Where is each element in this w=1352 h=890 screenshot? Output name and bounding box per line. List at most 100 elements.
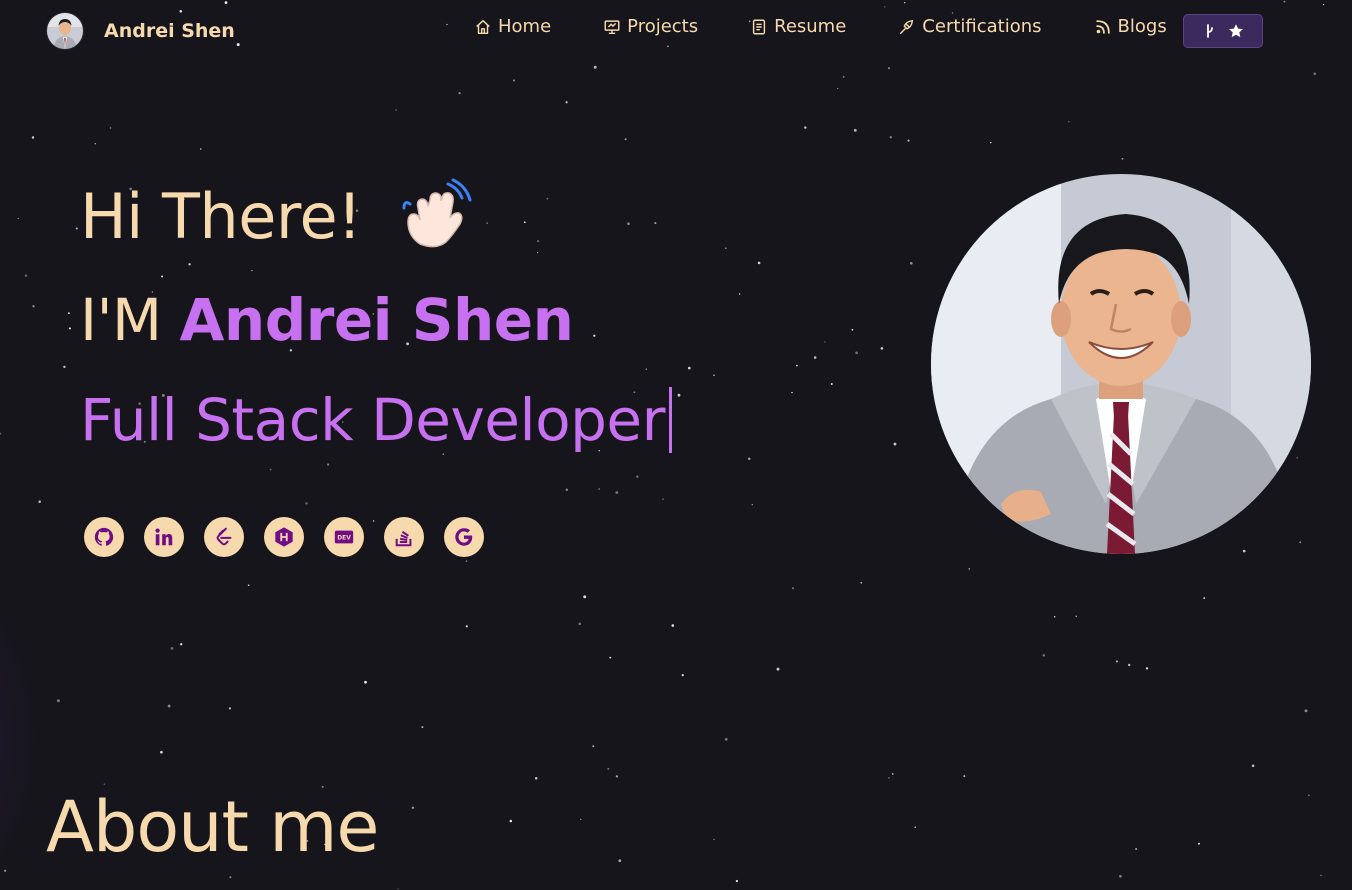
star — [579, 818, 582, 821]
star — [592, 745, 595, 748]
star — [615, 491, 619, 494]
star — [269, 468, 272, 471]
nav-item-certifications[interactable]: Certifications — [898, 16, 1042, 37]
github-icon — [94, 527, 114, 546]
star — [465, 560, 468, 562]
star — [31, 136, 35, 139]
star — [305, 502, 308, 505]
nav-item-blogs[interactable]: Blogs — [1094, 16, 1167, 37]
star — [968, 568, 971, 570]
star — [395, 109, 397, 111]
blogs-icon — [1095, 19, 1110, 34]
star — [67, 312, 70, 315]
star — [180, 643, 183, 646]
star — [593, 334, 596, 337]
star — [512, 79, 516, 82]
star — [167, 704, 171, 708]
navbar: Andrei Shen Home Projects Resume Certifi… — [0, 0, 1352, 62]
nav-item-label: Home — [498, 16, 552, 37]
nav-item-resume[interactable]: Resume — [750, 16, 846, 37]
git-fork-icon — [1207, 24, 1213, 38]
star — [160, 750, 163, 754]
nav-item-projects[interactable]: Projects — [603, 16, 698, 37]
social-hashnode[interactable] — [264, 517, 304, 557]
star — [536, 239, 540, 243]
star — [615, 775, 619, 778]
social-google[interactable] — [444, 517, 484, 557]
star — [94, 143, 96, 145]
star — [914, 826, 916, 828]
typewriter-role: Full Stack Developer — [80, 386, 672, 454]
star — [853, 128, 857, 132]
greeting: Hi There! — [80, 178, 474, 254]
star — [509, 819, 513, 823]
nav-item-home[interactable]: Home — [474, 16, 551, 37]
star — [188, 263, 191, 266]
social-github[interactable] — [84, 517, 124, 557]
star — [1198, 842, 1200, 845]
star — [738, 293, 741, 295]
star — [855, 351, 858, 355]
star — [636, 475, 639, 478]
star — [170, 647, 174, 650]
star — [887, 67, 890, 70]
social-leetcode[interactable] — [204, 517, 244, 557]
intro-line: I'M Andrei Shen — [80, 286, 574, 354]
leetcode-icon — [216, 527, 232, 546]
star — [75, 227, 78, 230]
devto-icon: DEV — [334, 530, 354, 544]
star — [837, 87, 839, 90]
star — [68, 327, 71, 330]
star — [364, 680, 367, 684]
star — [103, 783, 105, 785]
star — [1121, 157, 1124, 160]
star — [776, 667, 780, 671]
star — [24, 274, 28, 277]
star — [63, 365, 66, 369]
star — [583, 595, 587, 599]
star — [830, 382, 833, 386]
star — [824, 341, 826, 343]
star — [654, 222, 657, 225]
brand[interactable]: Andrei Shen — [46, 12, 235, 50]
star — [1068, 120, 1070, 123]
star — [860, 582, 862, 584]
star — [851, 328, 854, 331]
nav-links: Home Projects Resume Certifications Blog… — [474, 16, 1219, 37]
star — [671, 624, 675, 627]
star — [397, 888, 399, 890]
star — [963, 775, 966, 778]
star — [677, 393, 681, 397]
star — [534, 776, 538, 780]
nav-item-label: Certifications — [922, 16, 1042, 37]
star — [593, 65, 597, 69]
star — [681, 673, 684, 677]
github-fork-star-button[interactable] — [1183, 14, 1263, 48]
social-stackoverflow[interactable] — [384, 517, 424, 557]
star — [1313, 72, 1317, 76]
star — [109, 127, 112, 129]
google-icon — [455, 528, 473, 546]
waving-hand-icon — [402, 178, 471, 248]
certifications-icon — [900, 19, 914, 34]
star — [735, 879, 739, 883]
star — [713, 838, 715, 841]
star — [458, 91, 461, 95]
star — [747, 457, 751, 461]
star — [888, 777, 890, 779]
social-devto[interactable]: DEV — [324, 517, 364, 557]
star — [251, 269, 253, 272]
star — [1075, 615, 1077, 617]
svg-text:DEV: DEV — [337, 534, 351, 541]
star — [842, 75, 845, 78]
star — [199, 148, 202, 150]
about-heading: About me — [46, 786, 379, 868]
brand-name: Andrei Shen — [104, 20, 235, 42]
star — [891, 773, 894, 775]
home-icon — [476, 19, 490, 34]
star — [1042, 654, 1046, 657]
hashnode-icon — [275, 527, 293, 547]
social-linkedin[interactable] — [144, 517, 184, 557]
star — [247, 584, 250, 587]
star — [804, 126, 807, 129]
